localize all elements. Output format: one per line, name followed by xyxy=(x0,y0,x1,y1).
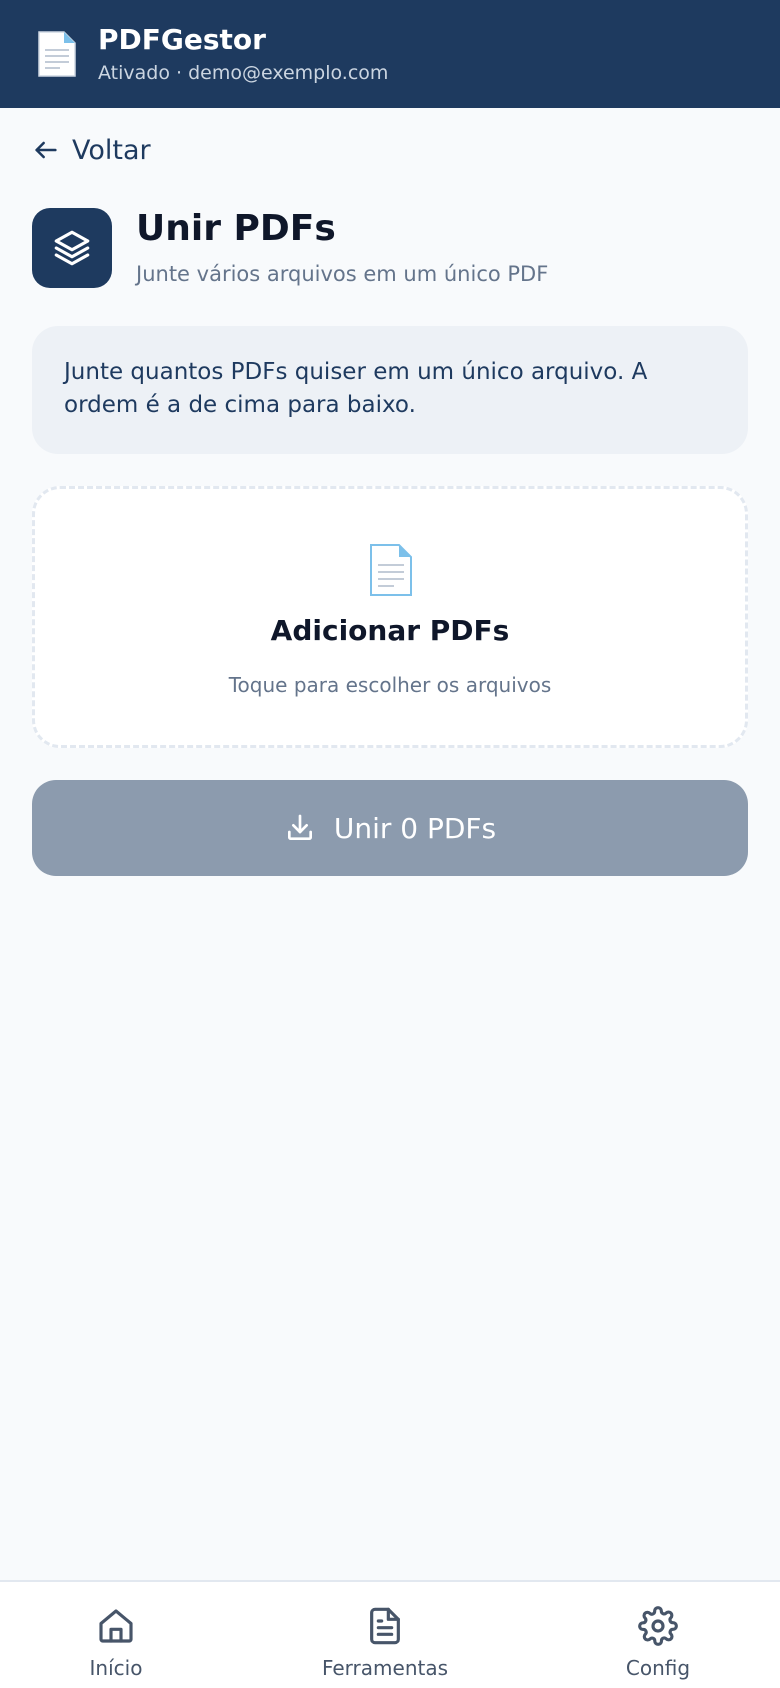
dropzone-title: Adicionar PDFs xyxy=(270,614,510,647)
nav-label-home: Início xyxy=(89,1656,143,1680)
app-title: PDFGestor xyxy=(98,23,266,56)
app-header: PDFGestor Ativado · demo@exemplo.com xyxy=(0,0,780,108)
nav-label-tools: Ferramentas xyxy=(321,1656,449,1680)
account-status: Ativado · demo@exemplo.com xyxy=(98,62,389,84)
tool-icon-tile xyxy=(32,208,112,288)
document-icon xyxy=(38,31,76,77)
arrow-left-icon xyxy=(35,141,57,159)
document-icon xyxy=(370,544,412,596)
back-label: Voltar xyxy=(72,134,151,166)
info-box: Junte quantos PDFs quiser em um único ar… xyxy=(32,326,748,454)
info-text: Junte quantos PDFs quiser em um único ar… xyxy=(64,359,648,418)
back-button[interactable]: Voltar xyxy=(32,130,151,170)
nav-item-config[interactable]: Config xyxy=(558,1582,758,1688)
dropzone-hint: Toque para escolher os arquivos xyxy=(228,673,552,697)
file-text-icon xyxy=(370,1607,400,1645)
add-pdfs-dropzone[interactable]: Adicionar PDFs Toque para escolher os ar… xyxy=(32,486,748,748)
layers-icon xyxy=(54,230,90,266)
nav-label-config: Config xyxy=(625,1656,691,1680)
home-icon xyxy=(99,1609,133,1643)
nav-item-home[interactable]: Início xyxy=(16,1582,216,1688)
merge-button[interactable]: Unir 0 PDFs xyxy=(32,780,748,876)
bottom-nav: Início Ferramentas Config xyxy=(0,1580,780,1688)
merge-button-label: Unir 0 PDFs xyxy=(333,811,497,845)
page-title: Unir PDFs xyxy=(136,208,336,249)
nav-item-tools[interactable]: Ferramentas xyxy=(285,1582,485,1688)
gear-icon xyxy=(638,1606,678,1646)
page-subtitle: Junte vários arquivos em um único PDF xyxy=(136,262,549,286)
download-icon xyxy=(287,814,312,840)
